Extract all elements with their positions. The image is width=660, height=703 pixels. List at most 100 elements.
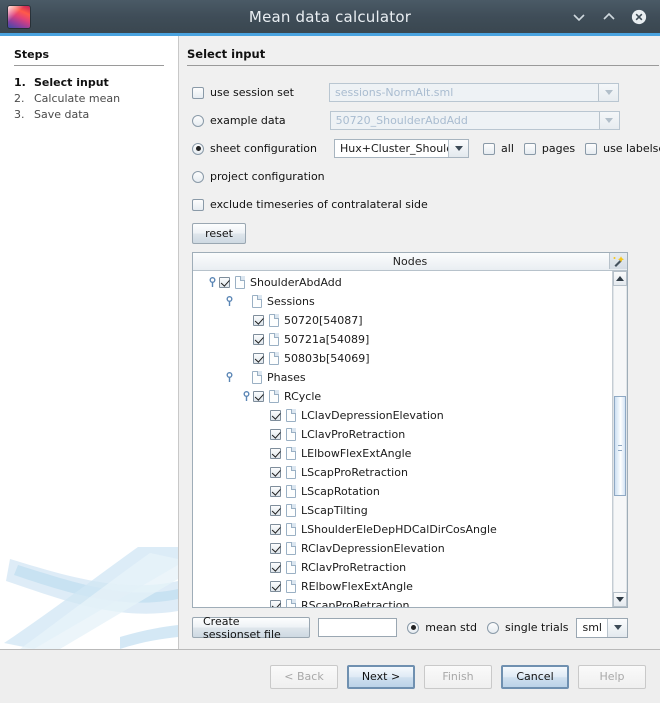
tree-node[interactable]: LScapRotation <box>193 482 612 501</box>
format-combo[interactable]: sml <box>576 618 628 638</box>
tree-node-label: LClavProRetraction <box>301 428 405 441</box>
exclude-contralateral-label: exclude timeseries of contralateral side <box>210 198 428 211</box>
tree-node[interactable]: Sessions <box>193 292 612 311</box>
step-item-calculate-mean[interactable]: 2. Calculate mean <box>14 91 178 106</box>
example-data-combo[interactable]: 50720_ShoulderAbdAdd <box>330 111 620 130</box>
tree-node-checkbox[interactable] <box>270 505 281 516</box>
chevron-down-icon[interactable] <box>599 112 619 129</box>
tree-node-checkbox[interactable] <box>270 581 281 592</box>
tree-node[interactable]: LElbowFlexExtAngle <box>193 444 612 463</box>
tree-node[interactable]: RElbowFlexExtAngle <box>193 577 612 596</box>
all-checkbox[interactable] <box>483 143 495 155</box>
tree-node-checkbox[interactable] <box>270 562 281 573</box>
scrollbar-thumb[interactable] <box>614 396 626 496</box>
tree-node-label: LShoulderEleDepHDCalDirCosAngle <box>301 523 497 536</box>
app-window: Mean data calculator Steps <box>0 0 660 700</box>
step-label: Calculate mean <box>34 91 120 106</box>
chevron-down-icon[interactable] <box>448 140 468 157</box>
mean-std-radio[interactable] <box>407 622 419 634</box>
cancel-button[interactable]: Cancel <box>501 665 569 689</box>
nodes-header: Nodes <box>193 253 627 271</box>
steps-sidebar: Steps 1. Select input 2. Calculate mean … <box>0 36 179 649</box>
scroll-up-button[interactable] <box>613 271 627 286</box>
tree-node[interactable]: RClavProRetraction <box>193 558 612 577</box>
scroll-down-button[interactable] <box>613 592 627 607</box>
tree-node[interactable]: LClavProRetraction <box>193 425 612 444</box>
exclude-contralateral-checkbox[interactable] <box>192 199 204 211</box>
next-button[interactable]: Next > <box>347 665 415 689</box>
wand-icon[interactable] <box>609 253 627 269</box>
project-configuration-radio[interactable] <box>192 171 204 183</box>
maximize-icon[interactable] <box>601 9 617 25</box>
tree-node[interactable]: RCycle <box>193 387 612 406</box>
chevron-down-icon[interactable] <box>607 619 627 637</box>
tree-node-checkbox[interactable] <box>270 543 281 554</box>
tree-node-checkbox[interactable] <box>270 410 281 421</box>
tree-node-label: LClavDepressionElevation <box>301 409 444 422</box>
sessionset-filename-input[interactable] <box>318 618 397 637</box>
tree-node-checkbox[interactable] <box>253 391 264 402</box>
help-button-label: Help <box>599 670 624 683</box>
main-pane: Select input use session set sessions-No… <box>179 36 660 649</box>
reset-button[interactable]: reset <box>192 223 246 244</box>
use-labelset-checkbox[interactable] <box>585 143 597 155</box>
sheet-configuration-combo[interactable]: Hux+Cluster_Should... <box>334 139 469 158</box>
file-icon <box>286 599 296 607</box>
use-session-set-checkbox[interactable] <box>192 87 204 99</box>
pages-label: pages <box>542 142 575 155</box>
tree-node-label: 50721a[54089] <box>284 333 369 346</box>
tree-node[interactable]: Phases <box>193 368 612 387</box>
tree-node-checkbox[interactable] <box>270 600 281 607</box>
tree-node-checkbox[interactable] <box>270 524 281 535</box>
tree-node-label: LScapTilting <box>301 504 368 517</box>
example-data-radio[interactable] <box>192 115 204 127</box>
finish-button-label: Finish <box>442 670 473 683</box>
step-item-select-input[interactable]: 1. Select input <box>14 75 178 90</box>
use-session-set-label: use session set <box>210 86 294 99</box>
step-number: 1. <box>14 75 34 90</box>
tree-node[interactable]: LClavDepressionElevation <box>193 406 612 425</box>
create-sessionset-file-button[interactable]: Create sessionset file <box>192 617 310 638</box>
tree-node[interactable]: LScapTilting <box>193 501 612 520</box>
chevron-down-icon[interactable] <box>598 84 618 101</box>
minimize-icon[interactable] <box>571 9 587 25</box>
tree-node[interactable]: RScapProRetraction <box>193 596 612 607</box>
tree-node[interactable]: 50803b[54069] <box>193 349 612 368</box>
sheet-configuration-radio[interactable] <box>192 143 204 155</box>
step-item-save-data[interactable]: 3. Save data <box>14 107 178 122</box>
single-trials-label: single trials <box>505 621 568 634</box>
tree-node[interactable]: ShoulderAbdAdd <box>193 273 612 292</box>
cancel-button-label: Cancel <box>516 670 553 683</box>
sheet-configuration-label: sheet configuration <box>210 142 317 155</box>
tree-node-checkbox[interactable] <box>253 353 264 364</box>
nodes-header-label: Nodes <box>393 255 427 268</box>
tree-vertical-scrollbar[interactable] <box>612 271 627 607</box>
pages-checkbox[interactable] <box>524 143 536 155</box>
file-icon <box>286 485 296 498</box>
tree-node-label: LElbowFlexExtAngle <box>301 447 411 460</box>
expand-handle-icon[interactable] <box>207 277 218 288</box>
wizard-footer: < Back Next > Finish Cancel Help <box>0 649 660 703</box>
example-data-value: 50720_ShoulderAbdAdd <box>331 112 599 129</box>
tree-node[interactable]: 50720[54087] <box>193 311 612 330</box>
tree-node-checkbox[interactable] <box>270 467 281 478</box>
tree-node[interactable]: 50721a[54089] <box>193 330 612 349</box>
expand-handle-icon[interactable] <box>241 391 252 402</box>
single-trials-radio[interactable] <box>487 622 499 634</box>
tree-node-checkbox[interactable] <box>270 448 281 459</box>
tree-node[interactable]: LShoulderEleDepHDCalDirCosAngle <box>193 520 612 539</box>
file-icon <box>269 352 279 365</box>
tree-node-checkbox[interactable] <box>270 486 281 497</box>
tree-node-checkbox[interactable] <box>253 334 264 345</box>
scrollbar-track[interactable] <box>613 286 627 592</box>
tree-node[interactable]: RClavDepressionElevation <box>193 539 612 558</box>
expand-handle-icon[interactable] <box>224 296 235 307</box>
tree-node-checkbox[interactable] <box>219 277 230 288</box>
tree-node[interactable]: LScapProRetraction <box>193 463 612 482</box>
expand-handle-icon[interactable] <box>224 372 235 383</box>
tree-node-checkbox[interactable] <box>253 315 264 326</box>
close-icon[interactable] <box>631 9 647 25</box>
session-set-combo[interactable]: sessions-NormAlt.sml <box>329 83 619 102</box>
back-button: < Back <box>270 665 338 689</box>
tree-node-checkbox[interactable] <box>270 429 281 440</box>
